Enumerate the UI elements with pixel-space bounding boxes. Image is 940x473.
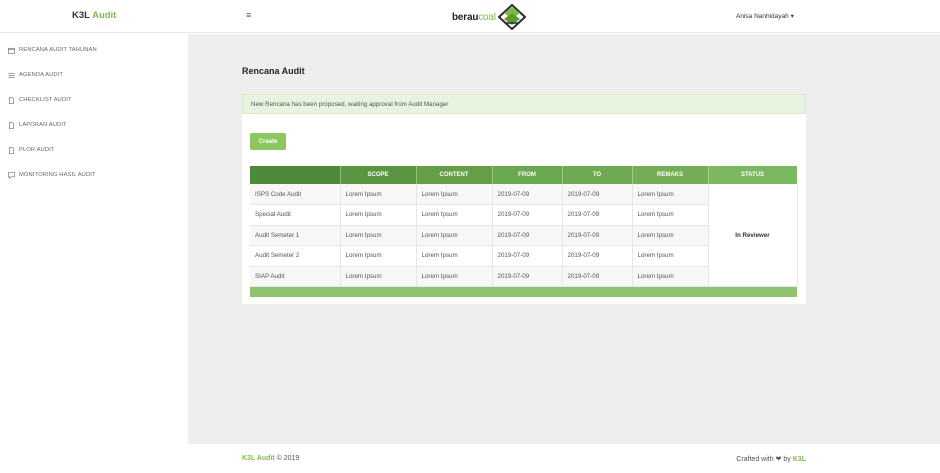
table-row[interactable]: ISPS Code Audit Lorem Ipsum Lorem Ipsum 201… <box>250 184 798 287</box>
credit-brand: K3L <box>792 456 806 463</box>
footer-copyright-text: © 2019 <box>276 455 300 462</box>
document-icon <box>8 146 15 154</box>
table-cell: 2019-07-09 <box>492 204 563 226</box>
main-content: Rencana Audit New Rencana has been propo… <box>188 34 940 444</box>
table-footer-bar <box>250 287 797 297</box>
footer-credits: Crafted with ❤ by K3L <box>736 455 806 463</box>
table-header-cell: STATUS <box>708 166 798 184</box>
status-cell: In Reviewer <box>708 184 798 287</box>
calendar-icon <box>8 47 15 54</box>
table-header-cell <box>250 166 341 184</box>
sidebar-item-monitoring-hasil-audit[interactable]: MONITORING HASIL AUDIT <box>8 169 96 181</box>
table-cell: Lorem Ipsum <box>416 184 493 205</box>
sidebar-item-label: LAPORAN AUDIT <box>19 122 67 128</box>
table-body: ISPS Code Audit Lorem Ipsum Lorem Ipsum 201… <box>250 184 798 287</box>
sidebar-item-checklist-audit[interactable]: CHECKLIST AUDIT <box>8 94 72 106</box>
sidebar-item-label: MONITORING HASIL AUDIT <box>19 172 96 178</box>
sidebar-item-rencana-audit-tahunan[interactable]: RENCANA AUDIT TAHUNAN <box>8 44 97 56</box>
footer-brand: K3L Audit <box>242 455 275 462</box>
user-menu[interactable]: Anisa Nanhidayah ▾ <box>736 12 794 20</box>
table-cell: Lorem Ipsum <box>340 204 417 226</box>
table-cell: Lorem Ipsum <box>340 184 417 205</box>
table-cell: 2019-07-09 <box>562 184 633 205</box>
table-header-cell: REMAKS <box>632 166 709 184</box>
table-cell: 2019-07-09 <box>562 225 633 246</box>
list-icon <box>8 72 15 78</box>
table-cell: Lorem Ipsum <box>632 225 709 246</box>
sidebar-item-label: CHECKLIST AUDIT <box>19 97 72 103</box>
table-cell: 2019-07-09 <box>562 245 633 267</box>
table-cell: Lorem Ipsum <box>632 266 709 287</box>
brand-name: K3L <box>72 10 90 21</box>
sidebar-item-laporan-audit[interactable]: LAPORAN AUDIT <box>8 119 67 131</box>
rencana-card: New Rencana has been proposed, waiting a… <box>242 94 806 304</box>
table-header-cell: FROM <box>492 166 563 184</box>
table-cell: Lorem Ipsum <box>416 245 493 267</box>
table-cell: 2019-07-09 <box>492 245 563 267</box>
table-header-cell: SCOPE <box>340 166 417 184</box>
by-text: by <box>783 456 791 463</box>
sidebar-item-agenda-audit[interactable]: AGENDA AUDIT <box>8 69 63 81</box>
table-cell: 2019-07-09 <box>562 204 633 226</box>
table-cell: Lorem Ipsum <box>340 266 417 287</box>
table-cell: Lorem Ipsum <box>416 204 493 226</box>
sidebar-item-label: PLOR AUDIT <box>19 147 55 153</box>
crafted-text: Crafted with <box>736 456 774 463</box>
chat-icon <box>8 171 15 179</box>
app-brand[interactable]: K3L Audit <box>72 10 116 21</box>
heart-icon: ❤ <box>775 456 782 463</box>
table-header-row: SCOPE CONTENT FROM TO REMAKS STATUS <box>250 166 798 184</box>
hamburger-icon[interactable]: ≡ <box>246 10 251 20</box>
table-cell: Lorem Ipsum <box>416 266 493 287</box>
approval-alert: New Rencana has been proposed, waiting a… <box>242 94 806 114</box>
berau-coal-logo: beraucoal <box>452 4 526 30</box>
table-cell: 2019-07-09 <box>492 184 563 205</box>
table-cell: Lorem Ipsum <box>632 204 709 226</box>
table-cell: Special Audit <box>250 204 341 226</box>
table-cell: SIAP Audit <box>250 266 341 287</box>
logo-word-berau: berau <box>452 11 479 23</box>
sidebar: RENCANA AUDIT TAHUNAN AGENDA AUDIT CHECK… <box>0 34 188 444</box>
footer-copyright: K3L Audit © 2019 <box>242 455 299 462</box>
table-header-cell: CONTENT <box>416 166 493 184</box>
user-name: Anisa Nanhidayah <box>736 13 789 20</box>
document-icon <box>8 96 15 104</box>
sidebar-item-label: RENCANA AUDIT TAHUNAN <box>19 47 97 53</box>
brand-accent: Audit <box>92 10 117 21</box>
table-cell: ISPS Code Audit <box>250 184 341 205</box>
table-cell: 2019-07-09 <box>492 266 563 287</box>
table-cell: Audit Semeter 2 <box>250 245 341 267</box>
table-cell: Audit Semeter 1 <box>250 225 341 246</box>
table-cell: Lorem Ipsum <box>416 225 493 246</box>
sidebar-item-label: AGENDA AUDIT <box>19 72 64 78</box>
table-cell: Lorem Ipsum <box>340 225 417 246</box>
table-cell: 2019-07-09 <box>562 266 633 287</box>
table-header-cell: TO <box>562 166 633 184</box>
table-cell: Lorem Ipsum <box>632 245 709 267</box>
sidebar-item-plor-audit[interactable]: PLOR AUDIT <box>8 144 54 156</box>
logo-word-coal: coal <box>478 11 496 23</box>
create-button[interactable]: Create <box>250 133 286 150</box>
page-title: Rencana Audit <box>242 66 305 76</box>
top-navbar: K3L Audit ≡ beraucoal Anisa Nanhidayah ▾ <box>0 0 940 33</box>
audit-table: SCOPE CONTENT FROM TO REMAKS STATUS ISPS Code… <box>250 166 798 287</box>
document-icon <box>8 121 15 129</box>
table-cell: Lorem Ipsum <box>632 184 709 205</box>
logo-mark-icon <box>497 4 526 30</box>
caret-down-icon: ▾ <box>790 13 794 20</box>
table-cell: 2019-07-09 <box>492 225 563 246</box>
table-cell: Lorem Ipsum <box>340 245 417 267</box>
footer: K3L Audit © 2019 Crafted with ❤ by K3L <box>188 444 940 473</box>
